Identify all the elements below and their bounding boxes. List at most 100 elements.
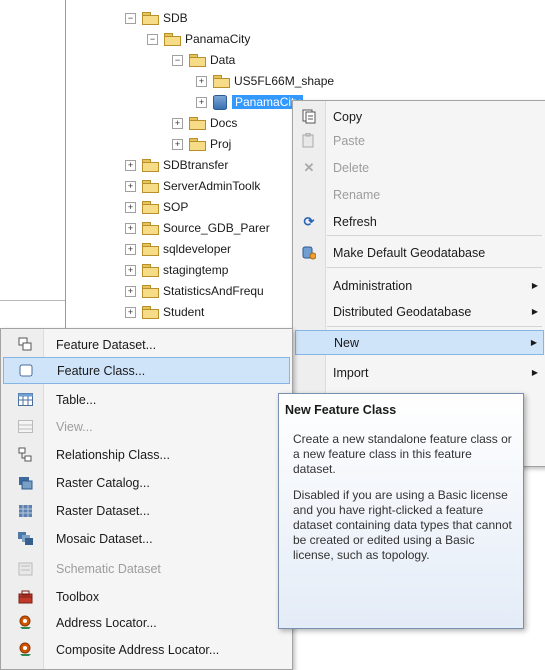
mosaic-dataset-icon <box>17 531 33 547</box>
relationship-class-icon <box>17 447 33 463</box>
menu-item-label: Rename <box>333 187 381 202</box>
submenu-item-feature-class[interactable]: Feature Class... <box>3 357 290 384</box>
tree-divider <box>0 300 65 301</box>
tree-node-serveradmintoolk[interactable]: + ServerAdminToolk <box>125 176 260 196</box>
tree-node-sqldeveloper[interactable]: + sqldeveloper <box>125 239 231 259</box>
menu-item-copy[interactable]: Copy <box>293 104 545 129</box>
tree-node-label: SOP <box>163 200 189 214</box>
tree-node-us5fl66m-shape[interactable]: + US5FL66M_shape <box>196 71 334 91</box>
tree-node-docs[interactable]: + Docs <box>172 113 237 133</box>
tree-node-sdb[interactable]: − SDB <box>125 8 188 28</box>
menu-item-distributed-geodatabase[interactable]: Distributed Geodatabase ▶ <box>293 299 545 324</box>
geodatabase-icon <box>213 94 227 110</box>
submenu-item-address-locator[interactable]: Address Locator... <box>1 609 292 636</box>
tree-node-data[interactable]: − Data <box>172 50 235 70</box>
raster-dataset-icon <box>17 503 33 519</box>
tree-node-proj[interactable]: + Proj <box>172 134 231 154</box>
submenu-item-raster-catalog[interactable]: Raster Catalog... <box>1 469 292 496</box>
collapse-icon[interactable]: − <box>172 54 183 66</box>
expand-icon[interactable]: + <box>125 243 136 255</box>
submenu-item-label: Feature Class... <box>57 363 146 378</box>
collapse-icon[interactable]: − <box>147 33 158 45</box>
submenu-arrow-icon: ▶ <box>531 368 538 377</box>
default-gdb-icon <box>301 245 317 261</box>
menu-item-new[interactable]: New ▶ <box>295 330 544 355</box>
submenu-item-label: Composite Address Locator... <box>56 642 220 657</box>
submenu-item-label: Mosaic Dataset... <box>56 531 153 546</box>
submenu-item-schematic-dataset[interactable]: Schematic Dataset <box>1 555 292 582</box>
submenu-item-mosaic-dataset[interactable]: Mosaic Dataset... <box>1 525 292 552</box>
menu-item-paste[interactable]: Paste <box>293 128 545 153</box>
expand-icon[interactable]: + <box>172 117 183 129</box>
menu-item-label: Refresh <box>333 214 377 229</box>
tree-node-statistics[interactable]: + StatisticsAndFrequ <box>125 281 264 301</box>
new-submenu: Feature Dataset... Feature Class... Tabl… <box>0 328 293 670</box>
tree-node-label: Data <box>210 53 236 67</box>
folder-icon <box>189 138 206 151</box>
submenu-item-raster-dataset[interactable]: Raster Dataset... <box>1 497 292 524</box>
tree-node-stagingtemp[interactable]: + stagingtemp <box>125 260 228 280</box>
submenu-item-label: Table... <box>56 392 97 407</box>
tree-node-sop[interactable]: + SOP <box>125 197 188 217</box>
tree-node-label: stagingtemp <box>163 263 229 277</box>
paste-icon <box>301 133 317 149</box>
expand-icon[interactable]: + <box>172 138 183 150</box>
tree-node-label: StatisticsAndFrequ <box>163 284 264 298</box>
folder-icon <box>164 33 181 46</box>
table-icon <box>17 392 33 408</box>
menu-item-import[interactable]: Import ▶ <box>293 360 545 385</box>
menu-item-label: Make Default Geodatabase <box>333 245 486 260</box>
folder-icon <box>142 201 159 214</box>
schematic-dataset-icon <box>17 561 33 577</box>
menu-separator <box>327 235 542 236</box>
submenu-item-view[interactable]: View... <box>1 413 292 440</box>
expand-icon[interactable]: + <box>125 306 136 318</box>
collapse-icon[interactable]: − <box>125 12 136 24</box>
tree-node-label: sqldeveloper <box>163 242 232 256</box>
address-locator-icon <box>17 615 33 631</box>
tree-node-source-gdb[interactable]: + Source_GDB_Parer <box>125 218 270 238</box>
menu-item-label: New <box>334 335 360 350</box>
expand-icon[interactable]: + <box>125 264 136 276</box>
menu-item-make-default-geodatabase[interactable]: Make Default Geodatabase <box>293 240 545 265</box>
submenu-item-label: Schematic Dataset <box>56 561 161 576</box>
expand-icon[interactable]: + <box>125 180 136 192</box>
tree-node-label: Proj <box>210 137 232 151</box>
tree-node-label: SDB <box>163 11 188 25</box>
feature-dataset-icon <box>17 337 33 353</box>
menu-item-refresh[interactable]: ⟳ Refresh <box>293 209 545 234</box>
copy-icon <box>301 109 317 125</box>
menu-item-label: Paste <box>333 133 365 148</box>
raster-catalog-icon <box>17 475 33 491</box>
tree-node-sdbtransfer[interactable]: + SDBtransfer <box>125 155 228 175</box>
menu-item-rename[interactable]: Rename <box>293 182 545 207</box>
menu-separator <box>327 326 542 327</box>
folder-icon <box>142 285 159 298</box>
tree-node-panamacity-gdb[interactable]: + PanamaCity <box>196 92 304 112</box>
submenu-item-relationship-class[interactable]: Relationship Class... <box>1 441 292 468</box>
tree-node-student[interactable]: + Student <box>125 302 204 322</box>
submenu-item-table[interactable]: Table... <box>1 386 292 413</box>
folder-icon <box>142 306 159 319</box>
menu-item-administration[interactable]: Administration ▶ <box>293 273 545 298</box>
menu-item-delete[interactable]: ✕ Delete <box>293 155 545 180</box>
submenu-item-toolbox[interactable]: Toolbox <box>1 583 292 610</box>
tooltip-paragraph: Disabled if you are using a Basic licens… <box>293 488 512 562</box>
tree-node-label: Source_GDB_Parer <box>163 221 270 235</box>
submenu-item-composite-address-locator[interactable]: Composite Address Locator... <box>1 636 292 663</box>
tooltip-paragraph: Create a new standalone feature class or… <box>293 432 512 476</box>
expand-icon[interactable]: + <box>125 222 136 234</box>
expand-icon[interactable]: + <box>125 201 136 213</box>
tree-node-label: US5FL66M_shape <box>234 74 335 88</box>
delete-icon: ✕ <box>303 159 315 175</box>
submenu-item-feature-dataset[interactable]: Feature Dataset... <box>1 331 292 358</box>
expand-icon[interactable]: + <box>125 159 136 171</box>
expand-icon[interactable]: + <box>125 285 136 297</box>
tree-node-panamacity-folder[interactable]: − PanamaCity <box>147 29 250 49</box>
refresh-icon: ⟳ <box>303 213 315 229</box>
submenu-item-label: Raster Catalog... <box>56 475 150 490</box>
expand-icon[interactable]: + <box>196 75 207 87</box>
submenu-arrow-icon: ▶ <box>530 338 537 347</box>
folder-icon <box>189 54 206 67</box>
expand-icon[interactable]: + <box>196 96 207 108</box>
